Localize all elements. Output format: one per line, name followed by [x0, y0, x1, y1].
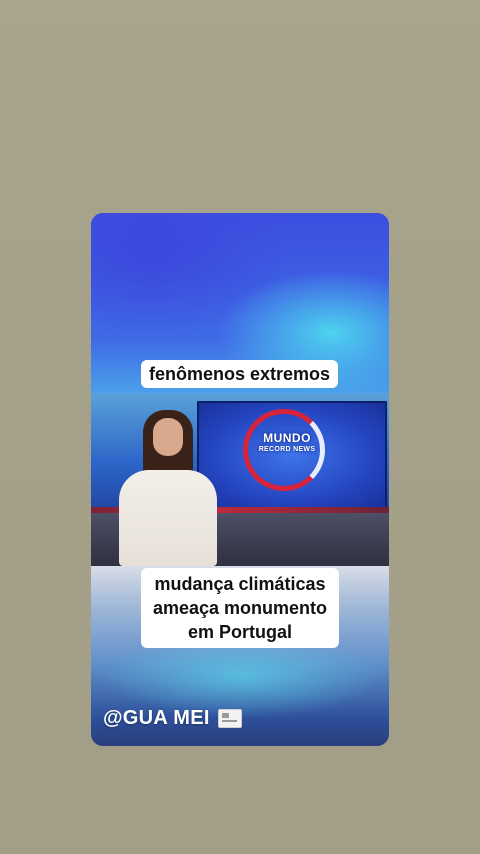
news-video-frame[interactable]: MUNDO RECORD NEWS	[91, 393, 389, 566]
news-logo-line1: MUNDO	[263, 431, 311, 445]
news-anchor	[119, 410, 217, 566]
newspaper-icon	[217, 709, 242, 728]
studio-screen: MUNDO RECORD NEWS	[197, 401, 387, 510]
caption-top: fenômenos extremos	[141, 360, 339, 388]
story-viewer: MUNDO RECORD NEWS fenômenos extremos mud…	[0, 0, 480, 854]
story-card[interactable]: MUNDO RECORD NEWS fenômenos extremos mud…	[91, 213, 389, 746]
creator-watermark: @GUA MEI	[103, 707, 242, 730]
anchor-body	[119, 470, 217, 566]
anchor-face	[153, 418, 183, 456]
caption-bottom: mudança climáticas ameaça monumento em P…	[141, 568, 339, 648]
watermark-text: @GUA MEI	[103, 707, 210, 729]
news-logo: MUNDO RECORD NEWS	[247, 431, 327, 455]
news-logo-line2: RECORD NEWS	[258, 446, 316, 453]
